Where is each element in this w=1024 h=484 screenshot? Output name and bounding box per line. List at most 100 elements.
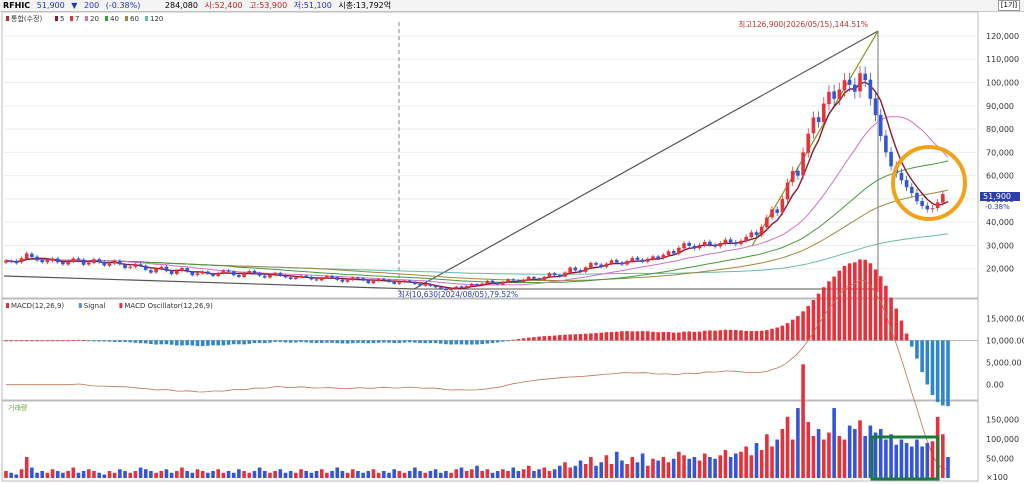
volume-bar [718,455,723,478]
oscillator-bar [268,340,272,343]
volume-bar [537,469,541,478]
volume-bar [345,472,350,478]
volume-bar [237,469,241,478]
candle-body [211,273,215,276]
oscillator-bar [66,340,70,342]
candle-body [909,186,914,194]
candle-body [226,270,231,272]
oscillator-bar [677,332,681,341]
oscillator-bar [418,340,422,343]
volume-bar [889,434,893,478]
oscillator-bar [930,340,935,395]
candle-body [646,258,650,262]
candle-body [371,281,376,284]
oscillator-bar [651,331,655,341]
legend-item: 40 [110,15,119,23]
oscillator-bar [578,334,583,341]
candle-body [853,84,857,92]
candle-body [454,286,459,289]
volume-bar [92,471,96,478]
volume-bar [475,465,479,478]
candle-body [899,172,904,181]
candle-body [728,239,733,243]
oscillator-bar [728,329,733,341]
price-axis-tick: 90,000 [986,102,1014,111]
oscillator-bar [242,340,246,345]
volume-bar [920,446,924,478]
candle-body [133,264,138,267]
oscillator-bar [718,330,723,341]
candle-body [630,257,635,262]
candle-body [640,259,645,262]
volume-bar [583,464,588,478]
candle-body [832,91,836,99]
candle-body [309,276,314,280]
legend-item: 통합(수정) [11,14,42,23]
candle-body [242,272,246,277]
volume-bar [278,469,283,478]
volume-bar [558,465,562,478]
legend-swatch [55,16,58,21]
volume-bar [438,472,443,478]
candle-body [45,260,50,263]
volume-bar [925,443,930,478]
oscillator-bar [847,263,852,341]
volume-bar [459,467,464,478]
candle-body [666,251,671,255]
candle-body [532,276,536,279]
oscillator-bar [314,340,319,343]
oscillator-bar [759,330,764,341]
candle-body [102,261,107,266]
oscillator-bar [107,340,112,342]
candle-body [418,284,422,286]
oscillator-bar [558,335,562,341]
volume-bar [206,472,210,478]
candle-body [50,258,55,261]
candle-body [796,170,800,176]
stock-chart-window: RFHIC 51,900 ▼ 200 (-0.38%) 284,080 시:52… [0,0,1024,484]
oscillator-bar [392,340,396,343]
volume-bar [832,408,836,478]
volume-bar [185,471,189,478]
volume-bar [304,471,308,478]
volume-bar [687,458,692,478]
volume-bar [589,457,593,478]
volume-bar [821,439,826,478]
oscillator-bar [325,340,329,343]
candle-body [185,268,189,272]
macd-legend-item: MACD Oscillator(12,26,9) [124,302,213,310]
volume-bar [454,469,459,478]
candle-body [925,205,930,210]
oscillator-bar [904,333,909,341]
candle-body [480,283,484,286]
candle-body [547,273,552,278]
oscillator-bar [397,340,402,344]
candle-body [112,260,117,264]
candle-body [138,264,143,266]
oscillator-bar [687,331,692,341]
volume-bar [371,469,376,478]
volume-bar [728,457,733,478]
volume-bar [884,439,888,478]
candle-body [340,279,345,282]
candle-body [589,262,593,268]
volume-bar [319,469,324,478]
volume-bar [858,420,862,478]
oscillator-bar [123,340,127,343]
volume-bar [811,436,816,478]
volume-bar [604,455,609,478]
oscillator-bar [542,336,547,341]
oscillator-bar [304,340,308,343]
volume-bar [941,434,945,478]
volume-bar [708,457,712,478]
candle-body [811,117,816,134]
oscillator-bar [382,340,386,343]
volume-bar [40,471,45,478]
volume-bar [516,471,521,478]
volume-bar [413,467,417,478]
volume-bar [433,469,438,478]
candle-body [190,271,195,276]
oscillator-bar [749,330,754,341]
volume-bar [309,472,314,478]
oscillator-bar [356,340,360,343]
